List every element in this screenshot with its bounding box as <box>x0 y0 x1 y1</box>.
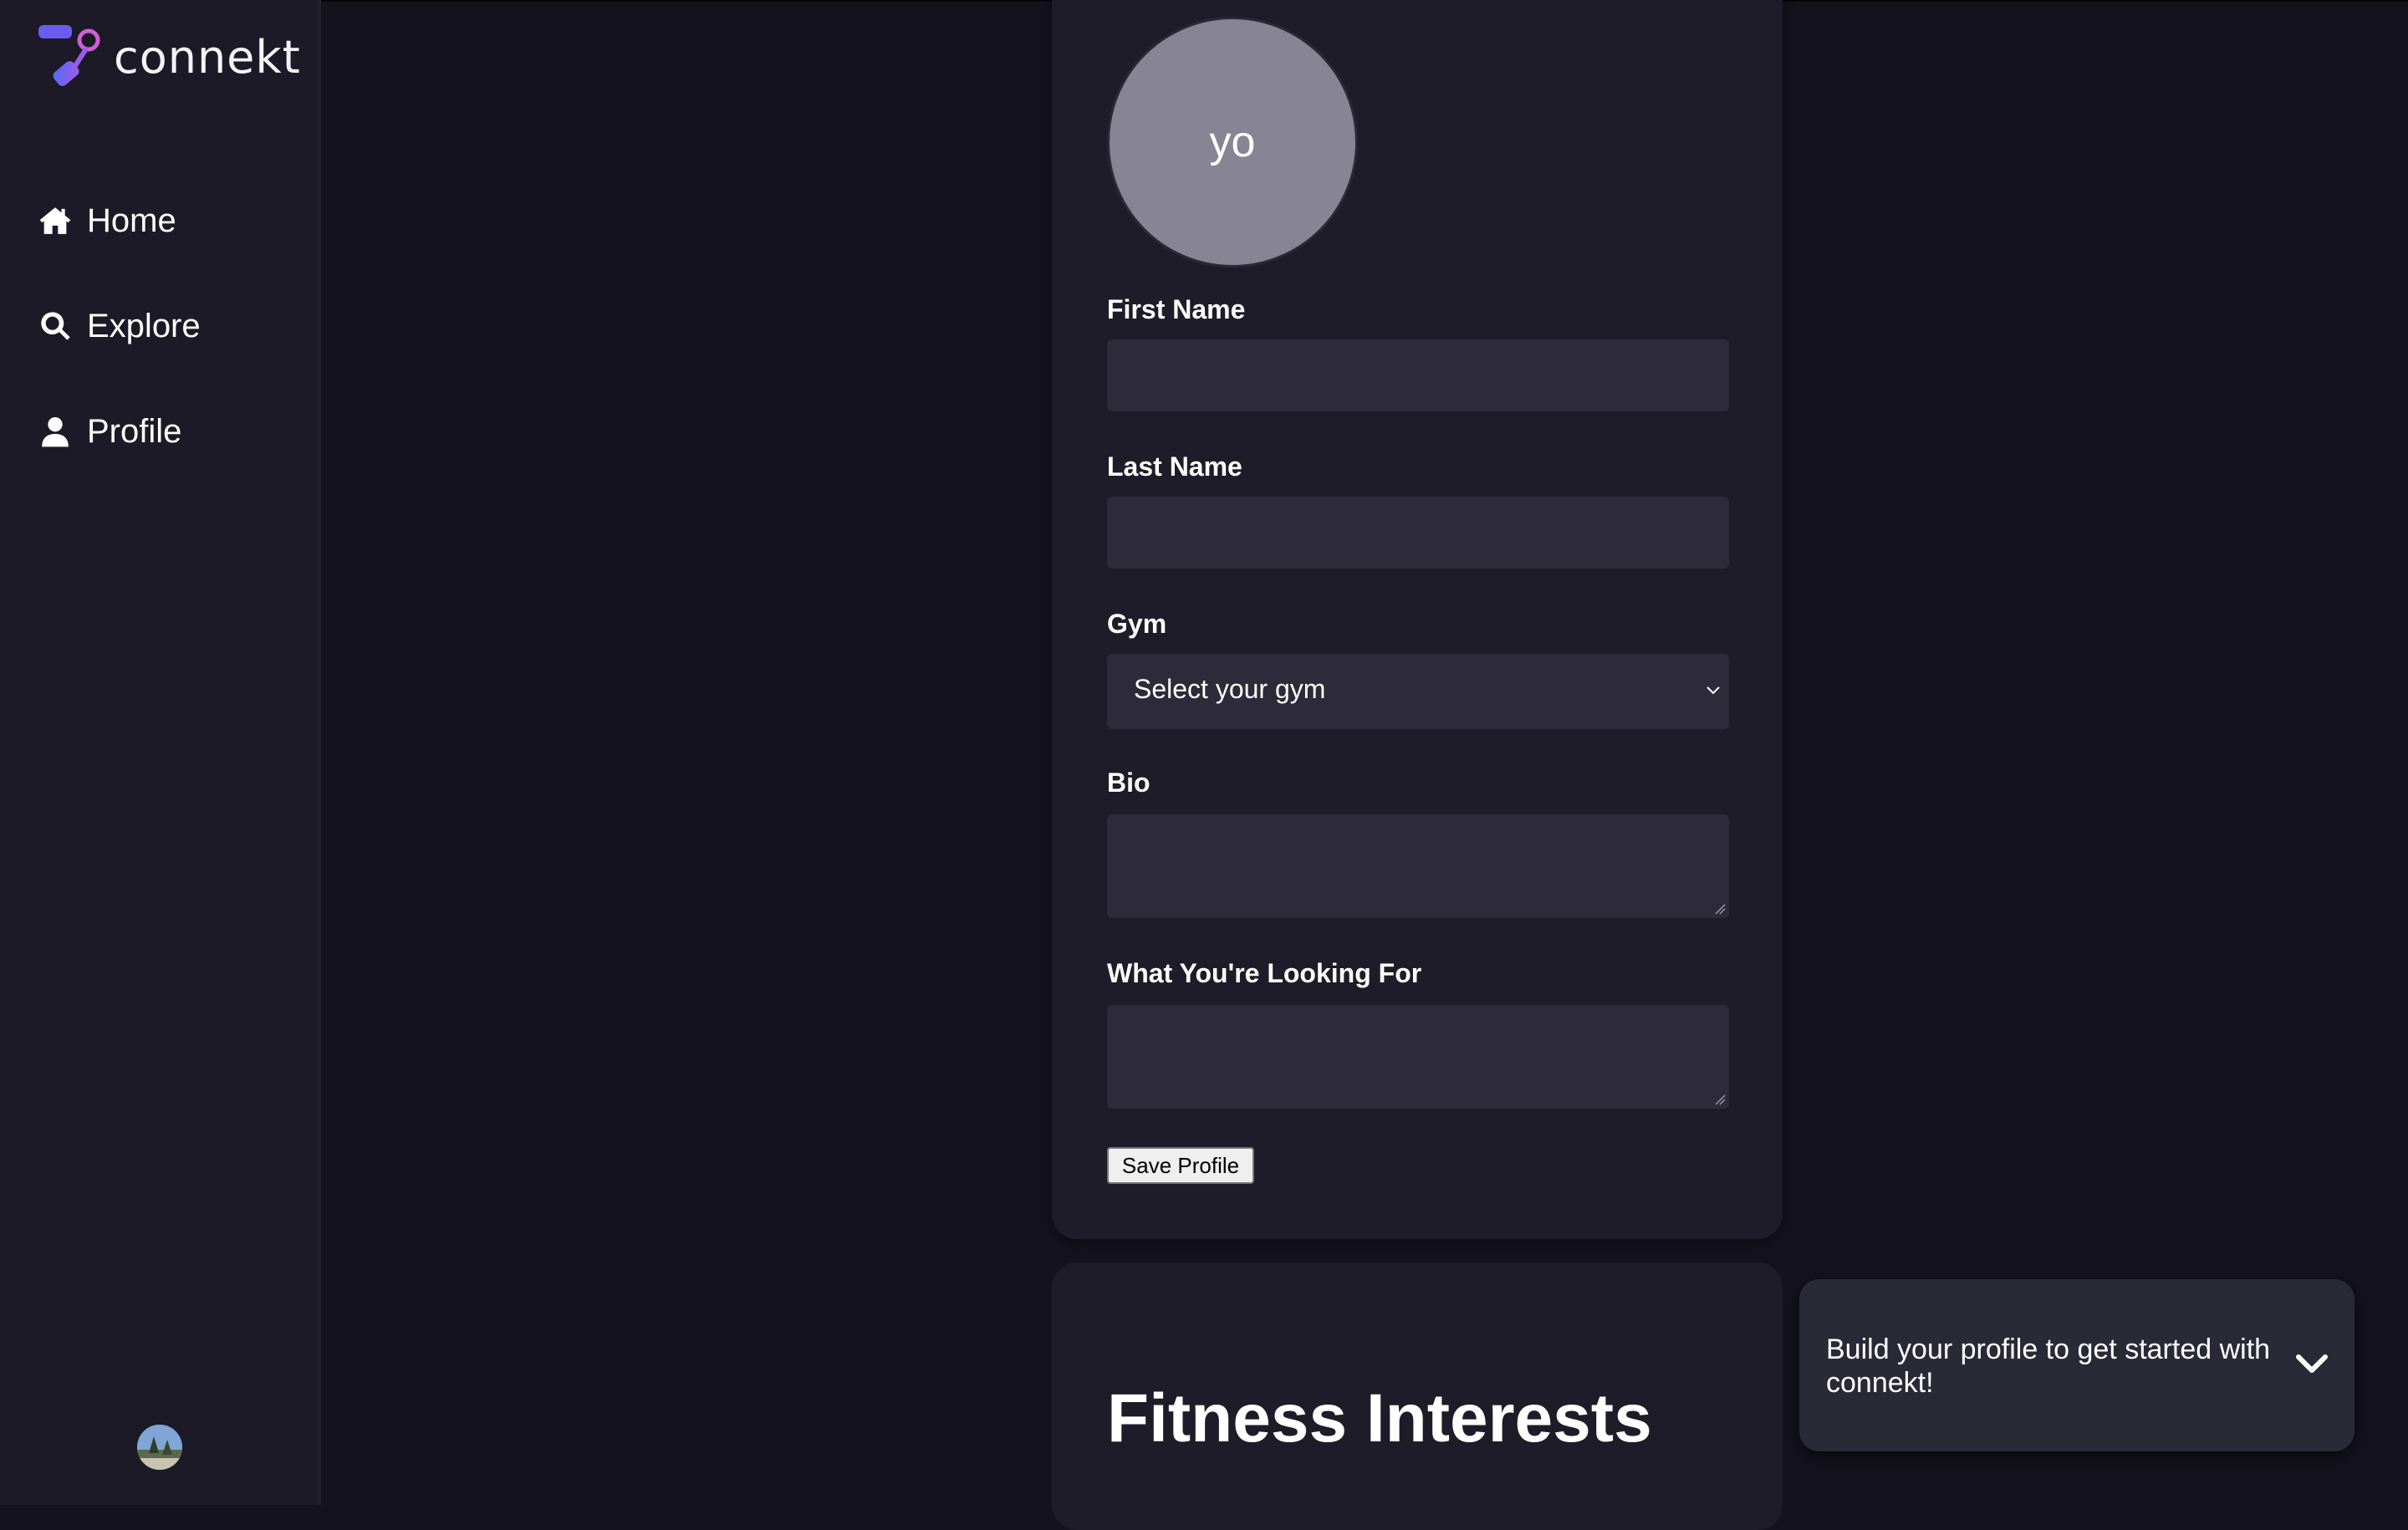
looking-for-label: What You're Looking For <box>1107 958 1422 988</box>
onboarding-toast[interactable]: Build your profile to get started with c… <box>1799 1279 2354 1451</box>
sidebar-item-explore[interactable]: Explore <box>38 303 201 349</box>
logo[interactable]: connekt <box>37 22 301 90</box>
avatar-initials: yo <box>1209 118 1256 166</box>
resize-handle-icon[interactable] <box>1714 903 1726 915</box>
bio-label: Bio <box>1107 768 1150 798</box>
resize-handle-icon[interactable] <box>1714 1094 1726 1105</box>
avatar[interactable] <box>137 1425 182 1470</box>
first-name-label: First Name <box>1107 294 1246 324</box>
last-name-field[interactable] <box>1107 497 1729 569</box>
sidebar-item-profile[interactable]: Profile <box>38 408 201 455</box>
sidebar-item-label: Profile <box>87 412 182 450</box>
gym-select-value: Select your gym <box>1134 674 1326 704</box>
gym-label: Gym <box>1107 609 1167 639</box>
user-icon <box>42 417 69 447</box>
fitness-interests-title: Fitness Interests <box>1107 1380 1652 1456</box>
gym-select[interactable]: Select your gym <box>1107 654 1729 729</box>
brand-name: connekt <box>114 30 301 84</box>
search-icon <box>41 312 70 340</box>
logo-icon <box>37 22 102 90</box>
save-profile-button[interactable]: Save Profile <box>1107 1147 1254 1184</box>
sidebar-item-label: Home <box>87 201 176 239</box>
profile-avatar[interactable]: yo <box>1107 17 1358 268</box>
looking-for-field[interactable] <box>1107 1005 1729 1109</box>
sidebar-item-home[interactable]: Home <box>38 197 201 244</box>
chevron-down-icon <box>1707 686 1720 695</box>
last-name-label: Last Name <box>1107 451 1242 482</box>
sidebar-item-label: Explore <box>87 307 201 344</box>
bio-field[interactable] <box>1107 814 1729 918</box>
sidebar-nav: Home Explore Profile <box>38 197 201 513</box>
home-icon <box>39 207 71 234</box>
toast-message: Build your profile to get started with c… <box>1826 1334 2271 1399</box>
chevron-down-icon[interactable] <box>2294 1351 2329 1376</box>
sidebar: connekt Home Explore Profile <box>0 0 321 1505</box>
first-name-field[interactable] <box>1107 339 1729 411</box>
